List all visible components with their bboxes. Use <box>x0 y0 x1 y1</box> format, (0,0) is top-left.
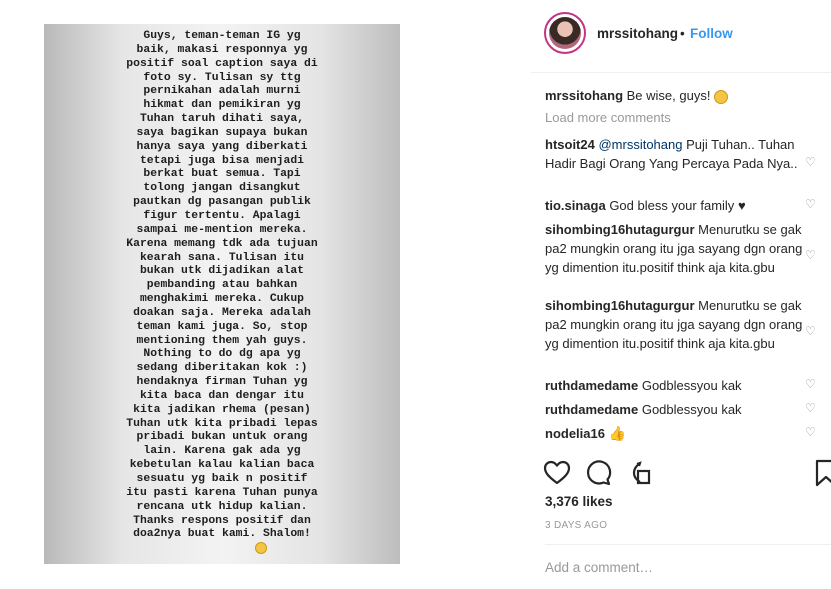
comment-item: nodelia16 👍 <box>545 424 807 443</box>
comment-item: sihombing16hutagurgur Menurutku se gak p… <box>545 296 807 353</box>
comment-text: God bless your family <box>609 198 735 213</box>
comment-username[interactable]: sihombing16hutagurgur <box>545 298 695 313</box>
avatar[interactable] <box>544 12 586 54</box>
smiley-emoji-icon <box>255 542 267 554</box>
separator-dot: • <box>680 26 685 41</box>
comment-item: htsoit24 @mrssitohang Puji Tuhan.. Tuhan… <box>545 135 807 173</box>
comment-text: Godblessyou kak <box>641 378 742 393</box>
post-actions <box>543 459 831 489</box>
comment-like-heart-icon[interactable]: ♡ <box>805 425 816 439</box>
post-side-panel: mrssitohang • Follow mrssitohang Be wise… <box>531 0 831 589</box>
comment-item: ruthdamedame Godblessyou kak <box>545 376 807 395</box>
comment-item: tio.sinaga God bless your family ♥ <box>545 196 807 215</box>
share-icon[interactable] <box>625 459 653 487</box>
comment-username[interactable]: sihombing16hutagurgur <box>545 222 695 237</box>
load-more-comments-link[interactable]: Load more comments <box>545 110 671 125</box>
post-timestamp: 3 DAYS AGO <box>545 520 608 531</box>
comment-username[interactable]: ruthdamedame <box>545 378 638 393</box>
comment-username[interactable]: htsoit24 <box>545 137 595 152</box>
caption-text: Be wise, guys! <box>626 88 711 103</box>
comment-like-heart-icon[interactable]: ♡ <box>805 401 816 415</box>
comment-username[interactable]: ruthdamedame <box>545 402 638 417</box>
comment-text: Godblessyou kak <box>641 402 742 417</box>
comment-item: ruthdamedame Godblessyou kak <box>545 400 807 419</box>
comment-like-heart-icon[interactable]: ♡ <box>805 324 816 338</box>
follow-button[interactable]: Follow <box>690 26 733 41</box>
caption-username[interactable]: mrssitohang <box>545 88 623 103</box>
heart-outline-icon[interactable] <box>543 459 571 487</box>
image-text: Guys, teman-teman IG yg baik, makasi res… <box>126 30 318 541</box>
smiley-emoji-icon <box>714 89 729 104</box>
bookmark-icon[interactable] <box>813 459 831 487</box>
post-media-area: Guys, teman-teman IG yg baik, makasi res… <box>0 0 531 589</box>
comment-username[interactable]: tio.sinaga <box>545 198 606 213</box>
caption: mrssitohang Be wise, guys! <box>545 86 807 105</box>
comment-like-heart-icon[interactable]: ♡ <box>805 248 816 262</box>
post-image[interactable]: Guys, teman-teman IG yg baik, makasi res… <box>44 24 400 564</box>
likes-count[interactable]: 3,376 likes <box>545 494 613 509</box>
post-header: mrssitohang • Follow <box>531 0 831 73</box>
comment-like-heart-icon[interactable]: ♡ <box>805 197 816 211</box>
comment-mention[interactable]: @mrssitohang <box>598 137 682 152</box>
comment-item: sihombing16hutagurgur Menurutku se gak p… <box>545 220 807 277</box>
speech-bubble-icon[interactable] <box>584 459 612 487</box>
divider <box>545 544 831 545</box>
avatar-photo <box>549 17 581 49</box>
thumbs-up-icon: 👍 <box>608 425 627 441</box>
black-heart-icon: ♥ <box>737 198 746 213</box>
comment-like-heart-icon[interactable]: ♡ <box>805 155 816 169</box>
comment-like-heart-icon[interactable]: ♡ <box>805 377 816 391</box>
comment-username[interactable]: nodelia16 <box>545 426 605 441</box>
header-username[interactable]: mrssitohang <box>597 26 678 41</box>
add-comment-input[interactable]: Add a comment… <box>545 560 653 575</box>
